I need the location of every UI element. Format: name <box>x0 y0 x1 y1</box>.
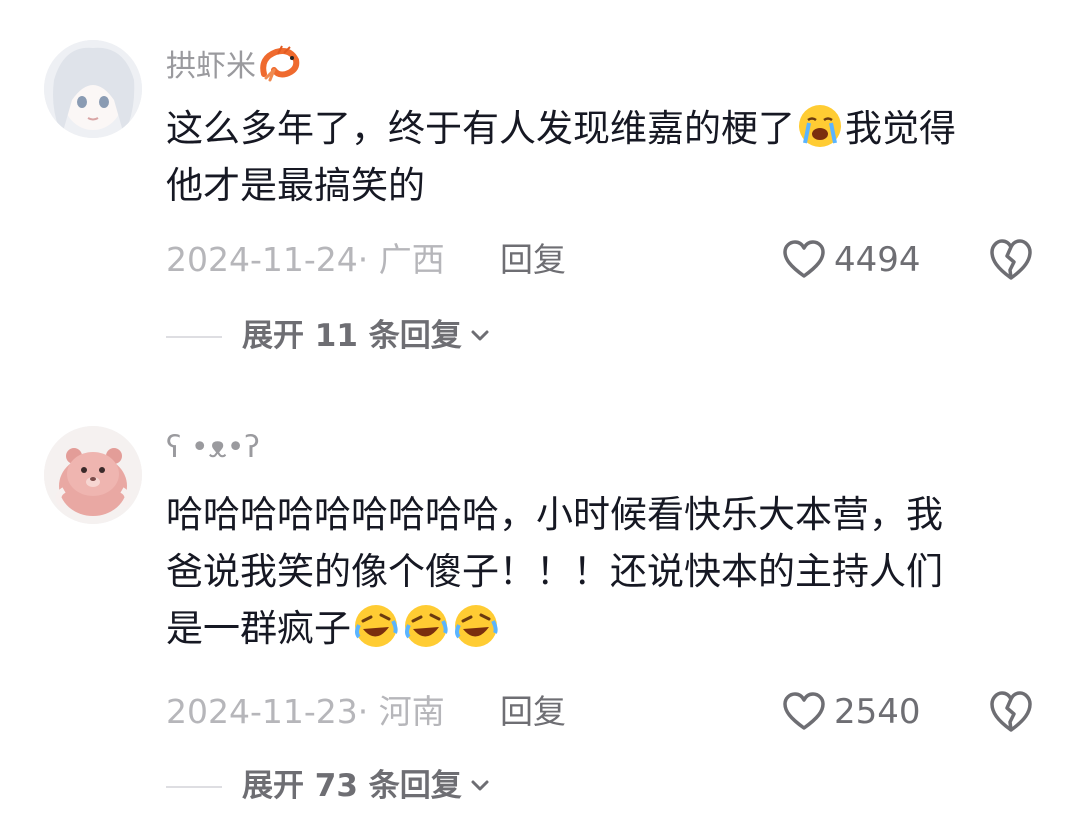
divider <box>166 786 222 788</box>
comment-text: 这么多年了，终于有人发现维嘉的梗了 我觉得 他才是最搞笑的 <box>166 100 1046 214</box>
date-location: 2024-11-23· 河南 <box>166 692 445 731</box>
reply-button[interactable]: 回复 <box>500 690 566 734</box>
heart-icon <box>783 240 825 278</box>
expand-replies-button[interactable]: 展开 11 条回复 <box>242 314 492 358</box>
dislike-button[interactable] <box>988 690 1034 736</box>
avatar[interactable] <box>44 40 142 138</box>
like-button[interactable]: 4494 <box>782 238 921 282</box>
avatar[interactable] <box>44 426 142 524</box>
rofl-emoji-icon <box>453 603 499 649</box>
loudly-crying-emoji-icon <box>797 103 843 149</box>
broken-heart-icon <box>990 691 1032 732</box>
dislike-button[interactable] <box>988 238 1034 284</box>
date-location: 2024-11-24· 广西 <box>166 240 445 279</box>
comment-text: 哈哈哈哈哈哈哈哈哈，小时候看快乐大本营，我 爸说我笑的像个傻子！！！还说快本的主… <box>166 493 943 650</box>
rofl-emoji-icon <box>353 603 399 649</box>
divider <box>166 336 222 338</box>
broken-heart-icon <box>990 239 1032 280</box>
expand-replies-button[interactable]: 展开 73 条回复 <box>242 764 492 808</box>
chevron-down-icon <box>471 330 489 341</box>
like-button[interactable]: 2540 <box>782 690 921 734</box>
shrimp-icon <box>256 44 300 84</box>
rofl-emoji-icon <box>403 603 449 649</box>
heart-icon <box>783 692 825 730</box>
reply-button[interactable]: 回复 <box>500 238 566 282</box>
like-count: 4494 <box>834 240 921 280</box>
like-count: 2540 <box>834 692 921 732</box>
username[interactable]: ʕ •ᴥ•ʔ <box>166 428 260 468</box>
username[interactable]: 拱虾米 <box>166 44 300 87</box>
chevron-down-icon <box>471 780 489 791</box>
